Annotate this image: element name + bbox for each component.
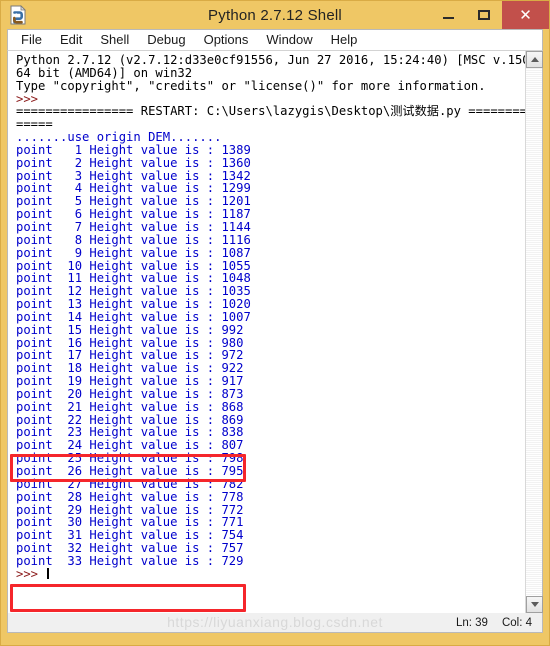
console-point-line-21: point 21 Height value is : 868 — [16, 399, 244, 414]
console-point-line-14: point 14 Height value is : 1007 — [16, 309, 251, 324]
window-controls: ✕ — [430, 1, 549, 29]
title-bar: Python 2.7.12 Shell ✕ — [1, 1, 549, 29]
console-point-line-20: point 20 Height value is : 873 — [16, 386, 244, 401]
console-point-line-9: point 9 Height value is : 1087 — [16, 245, 251, 260]
console-point-line-28: point 28 Height value is : 778 — [16, 489, 244, 504]
menu-item-debug[interactable]: Debug — [138, 31, 194, 49]
idle-shell-window: Python 2.7.12 Shell ✕ File Edit Shell De… — [0, 0, 550, 646]
scroll-up-button[interactable] — [526, 51, 543, 68]
console-banner-line-2: Type "copyright", "credits" or "license(… — [16, 78, 486, 93]
menu-item-edit[interactable]: Edit — [51, 31, 91, 49]
maximize-icon — [478, 10, 490, 20]
minimize-icon — [442, 17, 454, 19]
scroll-down-button[interactable] — [526, 596, 543, 613]
menu-bar: File Edit Shell Debug Options Window Hel… — [7, 29, 543, 51]
console-point-line-32: point 32 Height value is : 757 — [16, 541, 244, 556]
console-final-prompt: >>> — [16, 567, 525, 581]
text-caret — [47, 567, 50, 579]
console-point-line-33: point 33 Height value is : 729 — [16, 553, 244, 568]
status-line-number: Ln: 39 — [455, 616, 488, 629]
close-icon: ✕ — [519, 6, 532, 24]
console-output[interactable]: Python 2.7.12 (v2.7.12:d33e0cf91556, Jun… — [8, 51, 525, 613]
window-bottom-edge — [1, 633, 549, 642]
python-file-icon — [7, 4, 29, 26]
console-point-line-13: point 13 Height value is : 1020 — [16, 297, 251, 312]
minimize-button[interactable] — [430, 1, 466, 29]
menu-item-help[interactable]: Help — [322, 31, 367, 49]
console-banner-line-1: 64 bit (AMD64)] on win32 — [16, 65, 193, 80]
close-button[interactable]: ✕ — [502, 1, 549, 29]
shell-text-area: Python 2.7.12 (v2.7.12:d33e0cf91556, Jun… — [7, 51, 543, 613]
console-point-line-26: point 26 Height value is : 795 — [16, 464, 244, 478]
scroll-down-arrow-icon — [530, 602, 539, 607]
console-banner-line-4: ================ RESTART: C:\Users\lazyg… — [16, 104, 525, 119]
scroll-up-arrow-icon — [530, 57, 539, 62]
status-column-number: Col: 4 — [501, 616, 532, 629]
menu-item-window[interactable]: Window — [257, 31, 321, 49]
console-point-line-7: point 7 Height value is : 1144 — [16, 219, 251, 234]
console-point-line-19: point 19 Height value is : 917 — [16, 374, 244, 389]
console-point-line-27: point 27 Height value is : 782 — [16, 476, 244, 491]
console-point-line-15: point 15 Height value is : 992 — [16, 322, 244, 337]
maximize-button[interactable] — [466, 1, 502, 29]
menu-item-file[interactable]: File — [12, 31, 51, 49]
console-point-line-1: point 1 Height value is : 1389 — [16, 142, 251, 157]
status-bar: https://liyuanxiang.blog.csdn.net Ln: 39… — [7, 613, 543, 633]
menu-item-options[interactable]: Options — [195, 31, 258, 49]
console-point-line-8: point 8 Height value is : 1116 — [16, 232, 251, 247]
console-point-line-2: point 2 Height value is : 1360 — [16, 155, 251, 170]
console-section-header: .......use origin DEM....... — [16, 130, 222, 145]
menu-item-shell[interactable]: Shell — [91, 31, 138, 49]
console-banner-line-0: Python 2.7.12 (v2.7.12:d33e0cf91556, Jun… — [16, 53, 525, 67]
vertical-scrollbar[interactable] — [525, 51, 543, 613]
